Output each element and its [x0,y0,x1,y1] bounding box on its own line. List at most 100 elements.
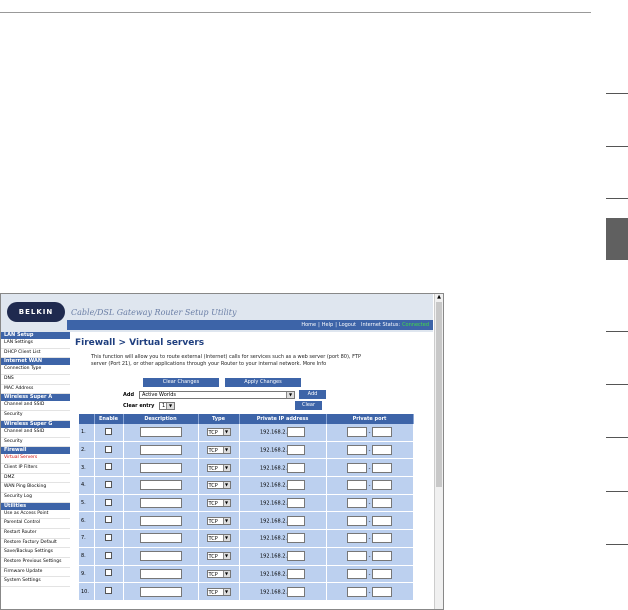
enable-checkbox[interactable] [105,463,112,471]
home-link[interactable]: Home [301,322,316,328]
type-select[interactable]: TCP ▼ [206,428,231,437]
sidebar-item-client-ip-filters[interactable]: Client IP Filters [1,464,70,474]
sidebar-item-channel-ssid-g[interactable]: Channel and SSID [1,428,70,438]
port-start-input[interactable] [347,480,367,491]
description-input[interactable] [139,480,182,491]
description-input[interactable] [139,498,182,509]
ip-last-octet-input[interactable] [287,498,306,509]
port-end-input[interactable] [372,445,392,456]
ip-last-octet-input[interactable] [287,568,306,579]
port-end-input[interactable] [372,480,392,491]
port-start-input[interactable] [347,445,367,456]
port-start-input[interactable] [347,586,367,597]
port-end-input[interactable] [372,551,392,562]
sidebar-item-restore-previous-settings[interactable]: Restore Previous Settings [1,558,70,568]
enable-checkbox[interactable] [105,587,112,595]
description-input[interactable] [139,551,182,562]
type-select[interactable]: TCP ▼ [206,569,231,578]
scroll-up-icon[interactable]: ▲ [436,294,442,301]
description-input[interactable] [139,568,182,579]
port-end-input[interactable] [372,586,392,597]
port-start-input[interactable] [347,515,367,526]
sidebar-item-virtual-servers[interactable]: Virtual Servers [1,454,70,464]
table-row: 3. TCP ▼ 192.168.2. - [79,458,414,478]
apply-changes-button[interactable]: Apply Changes [225,378,301,387]
port-end-input[interactable] [372,515,392,526]
enable-checkbox[interactable] [105,516,112,524]
vertical-scrollbar[interactable]: ▲ [434,294,443,609]
port-start-input[interactable] [347,498,367,509]
sidebar-item-firmware-update[interactable]: Firmware Update [1,568,70,578]
scrollbar-thumb[interactable] [436,302,442,487]
sidebar-item-access-point[interactable]: Use as Access Point [1,510,70,520]
ip-last-octet-input[interactable] [287,427,306,438]
port-start-input[interactable] [347,427,367,438]
description-input[interactable] [139,427,182,438]
description-input[interactable] [139,462,182,473]
enable-checkbox[interactable] [105,445,112,453]
ip-last-octet-input[interactable] [287,462,306,473]
sidebar-item-dhcp-client-list[interactable]: DHCP Client List [1,349,70,359]
description-input[interactable] [139,445,182,456]
help-link[interactable]: Help [322,322,333,328]
port-end-input[interactable] [372,498,392,509]
enable-checkbox[interactable] [105,569,112,577]
ip-last-octet-input[interactable] [287,533,306,544]
port-start-input[interactable] [347,551,367,562]
ip-last-octet-input[interactable] [287,480,306,491]
type-select[interactable]: TCP ▼ [206,552,231,561]
sidebar-item-channel-ssid-a[interactable]: Channel and SSID [1,401,70,412]
type-select[interactable]: TCP ▼ [206,463,231,472]
ip-last-octet-input[interactable] [287,445,306,456]
enable-checkbox[interactable] [105,533,112,541]
description-input[interactable] [139,515,182,526]
enable-checkbox[interactable] [105,427,112,435]
ip-last-octet-input[interactable] [287,551,306,562]
sidebar-item-wan-ping-blocking[interactable]: WAN Ping Blocking [1,483,70,493]
type-select[interactable]: TCP ▼ [206,499,231,508]
description-input[interactable] [139,586,182,597]
more-info-link[interactable]: More Info [303,361,326,367]
sidebar-item-mac-address[interactable]: MAC Address [1,385,70,395]
add-button[interactable]: Add [299,390,326,399]
sidebar-item-system-settings[interactable]: System Settings [1,577,70,588]
port-end-input[interactable] [372,427,392,438]
description-input[interactable] [139,533,182,544]
sidebar-item-restore-factory-default[interactable]: Restore Factory Default [1,539,70,549]
port-end-input[interactable] [372,533,392,544]
sidebar-item-dmz[interactable]: DMZ [1,474,70,484]
port-end-input[interactable] [372,462,392,473]
sidebar-item-security-log[interactable]: Security Log [1,493,70,503]
clear-entry-value: 1 [162,402,166,409]
clear-button[interactable]: Clear [295,401,322,410]
logout-link[interactable]: Logout [339,322,356,328]
enable-checkbox[interactable] [105,498,112,506]
port-end-input[interactable] [372,568,392,579]
clear-entry-select[interactable]: 1 ▼ [159,401,175,410]
sidebar-item-security-g[interactable]: Security [1,438,70,448]
sidebar-item-security-a[interactable]: Security [1,411,70,421]
ip-last-octet-input[interactable] [287,515,306,526]
type-select[interactable]: TCP ▼ [206,587,231,596]
type-select[interactable]: TCP ▼ [206,534,231,543]
port-start-input[interactable] [347,462,367,473]
sidebar-item-save-backup-settings[interactable]: Save/Backup Settings [1,548,70,559]
enable-checkbox[interactable] [105,551,112,559]
ip-last-octet-input[interactable] [287,586,306,597]
type-select[interactable]: TCP ▼ [206,481,231,490]
type-select[interactable]: TCP ▼ [206,516,231,525]
row-number: 10. [79,582,95,601]
type-select[interactable]: TCP ▼ [206,446,231,455]
table-row: 6. TCP ▼ 192.168.2. - [79,511,414,531]
sidebar-item-restart-router[interactable]: Restart Router [1,529,70,539]
add-service-select[interactable]: Active Worlds ▼ [139,390,295,399]
port-start-input[interactable] [347,568,367,579]
port-start-input[interactable] [347,533,367,544]
sidebar-section-firewall: Firewall [1,447,70,455]
sidebar-item-parental-control[interactable]: Parental Control [1,519,70,529]
enable-checkbox[interactable] [105,480,112,488]
sidebar-item-lan-settings[interactable]: LAN Settings [1,339,70,349]
sidebar-item-connection-type[interactable]: Connection Type [1,365,70,376]
sidebar-item-dns[interactable]: DNS [1,375,70,385]
clear-changes-button[interactable]: Clear Changes [143,378,219,387]
